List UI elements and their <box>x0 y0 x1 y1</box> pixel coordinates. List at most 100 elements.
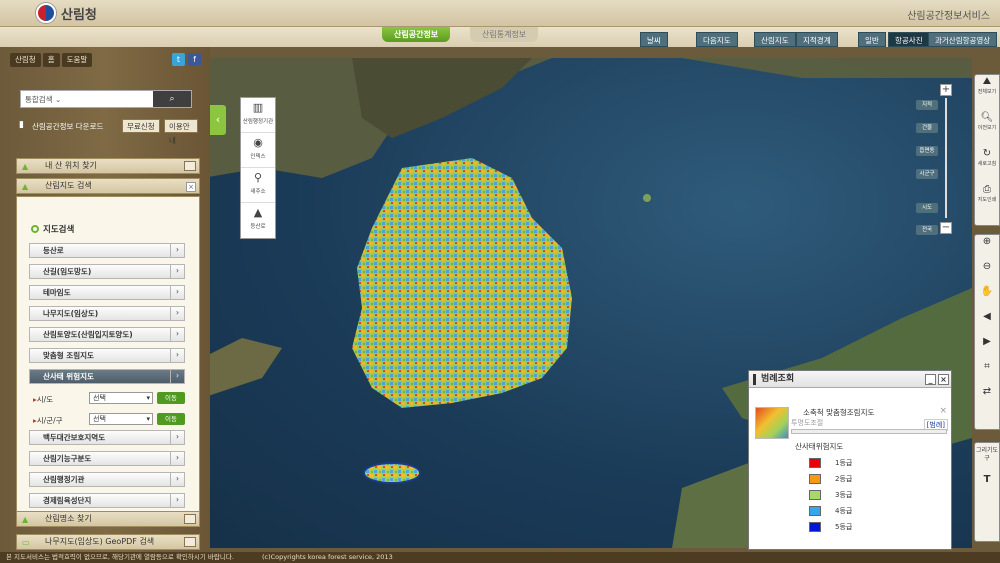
zoom-level-nation[interactable]: 전국 <box>916 225 938 235</box>
legend-window: 범례조회 _ × 소축척 맞춤형조림지도 × 투명도조절 [범례] 산사태위험지… <box>748 370 952 550</box>
expand-icon[interactable] <box>184 537 196 547</box>
collapse-panel-button[interactable]: ‹ <box>210 105 226 135</box>
zoom-in-tool[interactable]: ⊕ <box>975 235 999 260</box>
crop-tool[interactable]: ⌗ <box>975 360 999 385</box>
mountain-icon: ▲ <box>253 206 263 219</box>
pan-tool[interactable]: ✋ <box>975 285 999 310</box>
sido-select[interactable]: 선택 <box>89 392 153 404</box>
tool-hiking-trail[interactable]: ▲ 등산로 <box>241 203 275 238</box>
transparency-label: 투명도조절 <box>791 419 824 427</box>
accordion-my-location[interactable]: ▲ 내 산 위치 찾기 <box>16 158 200 174</box>
full-view-button[interactable]: ⛰ 전체보기 <box>975 75 999 111</box>
map-item-economic-forest[interactable]: 경제림육성단지 › <box>29 493 185 508</box>
refresh-button[interactable]: ↻ 새로고침 <box>975 147 999 183</box>
legend-header[interactable]: 범례조회 _ × <box>749 371 951 388</box>
transparency-slider[interactable] <box>791 429 947 434</box>
map-item-label: 산길(임도망도) <box>43 267 92 276</box>
map-item-forest-function[interactable]: 산림기능구분도 › <box>29 451 185 466</box>
service-title: 산림공간정보서비스 <box>907 11 990 22</box>
legend-item-label: 1등급 <box>835 459 853 467</box>
map-item-theme-road[interactable]: 테마임도 › <box>29 285 185 300</box>
tool-new-address[interactable]: ⚲ 새주소 <box>241 168 275 203</box>
map-item-custom-afforestation[interactable]: 맞춤형 조림지도 › <box>29 348 185 363</box>
previous-view-button[interactable]: 🔍︎ 이전보기 <box>975 111 999 147</box>
aerial-photo-button[interactable]: 항공사진 <box>888 32 930 47</box>
normal-map-button[interactable]: 일반 <box>858 32 886 47</box>
logo[interactable]: 산림청 <box>36 3 97 23</box>
zoom-level-sigungu[interactable]: 시군구 <box>916 169 938 179</box>
map-item-forest-admin[interactable]: 산림행정기관 › <box>29 472 185 487</box>
bullet-icon <box>31 225 39 233</box>
move-left-tool[interactable]: ◀ <box>975 310 999 335</box>
chevron-right-icon: › <box>170 264 184 279</box>
zoom-level-building[interactable]: 건물 <box>916 123 938 133</box>
past-aerial-button[interactable]: 과거산림항공영상 <box>928 32 998 47</box>
chevron-right-icon: › <box>170 306 184 321</box>
print-button[interactable]: ⎙ 지도인쇄 <box>975 183 999 219</box>
nav-forest-service[interactable]: 산림청 <box>10 53 41 67</box>
cadastral-boundary-button[interactable]: 지적경계 <box>796 32 838 47</box>
facebook-icon[interactable]: f <box>188 53 201 66</box>
expand-icon[interactable] <box>184 514 196 524</box>
map-item-forest-road[interactable]: 산길(임도망도) › <box>29 264 185 279</box>
swap-tool[interactable]: ⇄ <box>975 385 999 410</box>
korea-map-icon: ⛰ <box>982 76 992 87</box>
sigungu-go-button[interactable]: 이동 <box>157 413 185 425</box>
minimize-icon[interactable]: _ <box>925 374 936 385</box>
logo-text: 산림청 <box>61 7 97 23</box>
filter-sigungu: ▸시/군/구 선택 이동 <box>33 413 185 426</box>
chevron-right-icon: › <box>170 493 184 508</box>
accordion-forest-map-search[interactable]: ▲ 산림지도 검색 <box>16 178 200 194</box>
map-item-baekdudaegan[interactable]: 백두대간보호지역도 › <box>29 430 185 445</box>
zoom-in-button[interactable]: + <box>940 84 952 96</box>
forest-map-button[interactable]: 산림지도 <box>754 32 796 47</box>
map-item-landslide-hazard[interactable]: 산사태 위험지도 › <box>29 369 185 384</box>
zoom-level-cadastral[interactable]: 지적 <box>916 100 938 110</box>
integrated-search[interactable]: 통합검색 ⌄ ⌕ <box>20 90 192 108</box>
search-type-select[interactable]: 통합검색 ⌄ <box>25 94 61 105</box>
map-item-soil-map[interactable]: 산림토양도(산림입지토양도) › <box>29 327 185 342</box>
zoom-level-sido[interactable]: 시도 <box>916 203 938 213</box>
filter-sido-label: 시/도 <box>36 395 54 404</box>
tool-forest-admin[interactable]: ▥ 산림행정기관 <box>241 98 275 133</box>
top-header: 산림청 산림공간정보서비스 <box>0 0 1000 27</box>
nav-help[interactable]: 도움말 <box>61 53 93 67</box>
zoom-control: + − <box>940 84 952 234</box>
sigungu-select[interactable]: 선택 <box>89 413 153 425</box>
map-item-hiking-trail[interactable]: 등산로 › <box>29 243 185 258</box>
accordion-geopdf[interactable]: ▭ 나무지도(임상도) GeoPDF 검색 <box>16 534 200 550</box>
tab-forest-spatial-info[interactable]: 산림공간정보 <box>382 27 451 42</box>
map-item-tree-map[interactable]: 나무지도(임상도) › <box>29 306 185 321</box>
tool-index[interactable]: ◉ 인덱스 <box>241 133 275 168</box>
daum-map-button[interactable]: 다음지도 <box>696 32 738 47</box>
zoom-level-eupmyeondong[interactable]: 읍면동 <box>916 146 938 156</box>
right-arrow-icon: ▶ <box>983 336 991 347</box>
mountain-icon: ▲ <box>22 162 29 171</box>
legend-item-label: 2등급 <box>835 475 853 483</box>
monitor-icon: ▭ <box>22 538 30 547</box>
close-icon[interactable]: × <box>186 182 196 192</box>
zoom-track[interactable] <box>945 98 947 218</box>
close-icon[interactable]: × <box>938 374 949 385</box>
guide-button[interactable]: 이용안내 <box>164 119 198 145</box>
sido-go-button[interactable]: 이동 <box>157 392 185 404</box>
remove-layer-icon[interactable]: × <box>939 406 947 416</box>
legend-swatch <box>809 458 821 468</box>
legend-item-label: 4등급 <box>835 507 853 515</box>
zoom-out-tool[interactable]: ⊖ <box>975 260 999 285</box>
map-search-panel: × 지도검색 등산로 › 산길(임도망도) › 테마임도 › 나무지도(임상도) › 산… <box>16 182 200 518</box>
move-right-tool[interactable]: ▶ <box>975 335 999 360</box>
accordion-forest-place[interactable]: ▲ 산림명소 찾기 <box>16 511 200 527</box>
weather-button[interactable]: 날씨 <box>640 32 668 47</box>
twitter-icon[interactable]: t <box>172 53 185 66</box>
search-icon[interactable]: ⌕ <box>153 91 191 107</box>
zoom-out-button[interactable]: − <box>940 222 952 234</box>
nav-home[interactable]: 홈 <box>42 53 60 67</box>
government-emblem-icon <box>36 3 56 23</box>
filter-sido: ▸시/도 선택 이동 <box>33 392 185 405</box>
pin-icon: ⚲ <box>253 171 263 184</box>
free-apply-button[interactable]: 무료신청 <box>122 119 160 133</box>
text-tool[interactable]: T <box>975 473 999 498</box>
tab-forest-statistics[interactable]: 산림통계정보 <box>470 27 539 42</box>
expand-icon[interactable] <box>184 161 196 171</box>
